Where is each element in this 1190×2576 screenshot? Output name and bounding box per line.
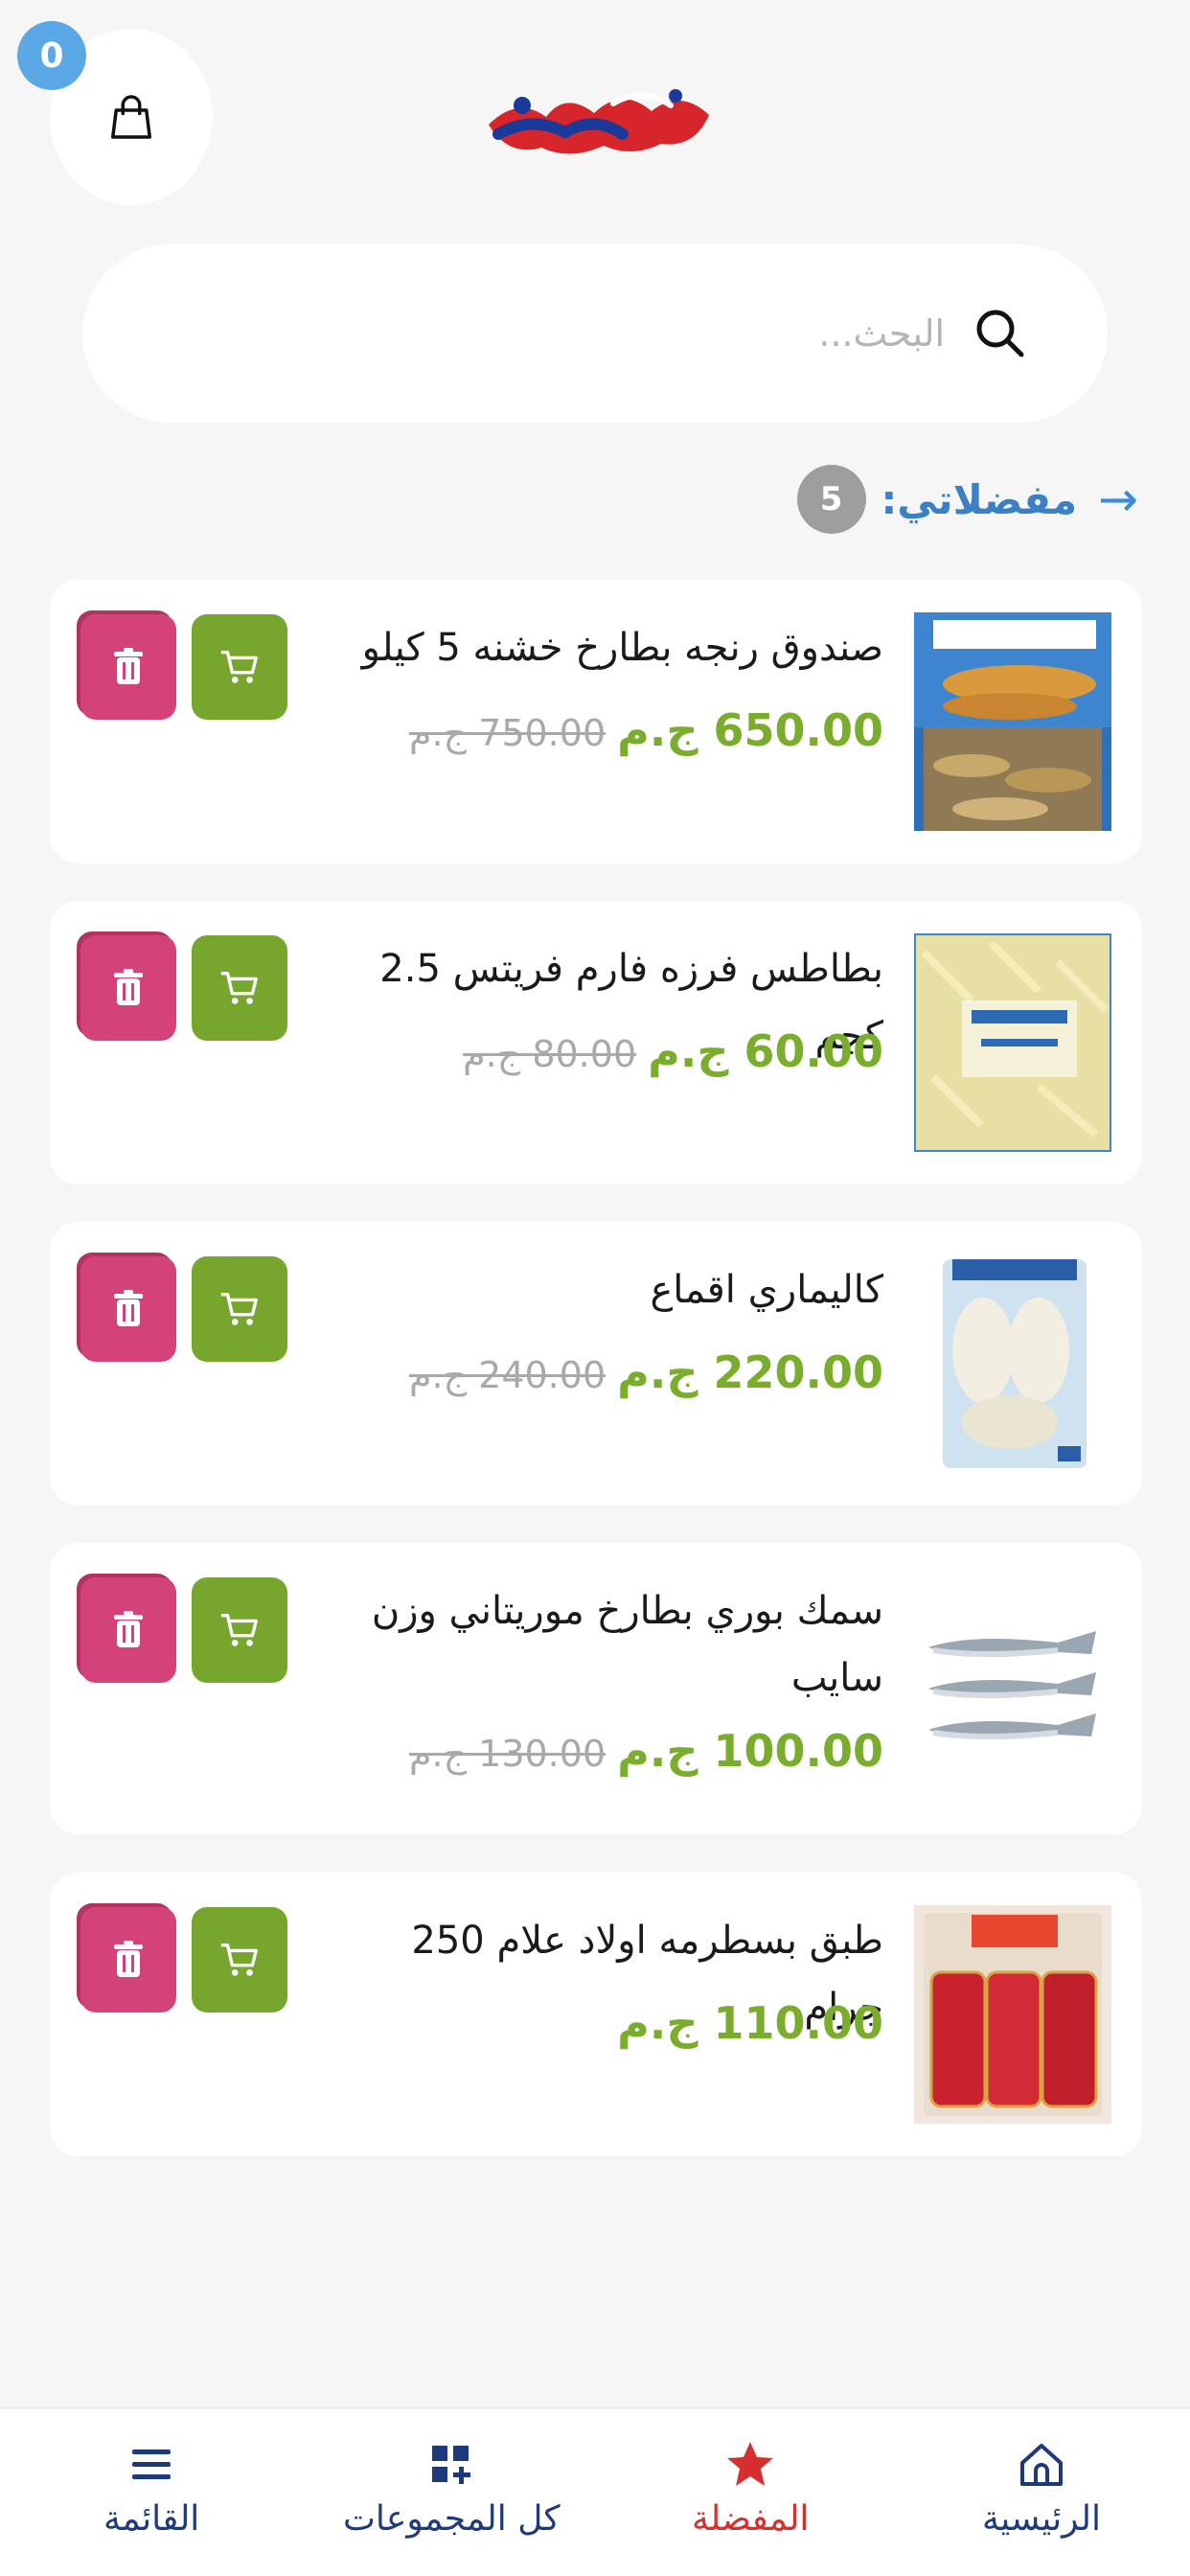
trash-icon (114, 1941, 143, 1977)
nav-home-label: الرئيسية (982, 2499, 1101, 2539)
product-image[interactable] (914, 933, 1111, 1152)
product-old-price: 130.00 ج.م (408, 1733, 606, 1775)
shopping-bag-icon (111, 95, 151, 139)
product-image[interactable] (914, 1254, 1111, 1473)
product-prices: 650.00 ج.م 750.00 ج.م (409, 704, 883, 756)
product-old-price: 750.00 ج.م (408, 712, 606, 754)
product-old-price: 80.00 ج.م (463, 1033, 637, 1075)
nav-categories-label: كل المجموعات (343, 2499, 561, 2539)
product-name: سمك بوري بطارخ موريتاني وزن سايب (371, 1589, 883, 1700)
add-to-cart-button[interactable] (192, 1577, 287, 1683)
trash-icon (114, 1611, 143, 1647)
cart-icon (220, 1292, 258, 1325)
arrow-right-icon[interactable]: → (1098, 472, 1138, 527)
trash-icon (114, 648, 143, 684)
product-prices: 60.00 ج.م 80.00 ج.م (463, 1025, 883, 1077)
product-card[interactable]: طبق بسطرمه اولاد علام 250 جرام 110.00 ج.… (50, 1873, 1142, 2156)
cart-icon (220, 1613, 258, 1646)
cart-icon (220, 1943, 258, 1976)
favorites-count-badge: 5 (796, 465, 866, 534)
product-card[interactable]: سمك بوري بطارخ موريتاني وزن سايب 100.00 … (50, 1543, 1142, 1834)
nav-menu[interactable]: القائمة (103, 2438, 199, 2539)
favorites-header: → مفضلاتي: 5 (796, 465, 1138, 534)
favorites-title: مفضلاتي: (881, 475, 1078, 523)
product-image[interactable] (914, 612, 1111, 831)
product-card[interactable]: بطاطس فرزه فارم فريتس 2.5 كجم 60.00 ج.م … (50, 901, 1142, 1184)
nav-categories[interactable]: كل المجموعات (343, 2438, 561, 2539)
product-price: 110.00 ج.م (617, 1997, 883, 2049)
product-image[interactable] (914, 1576, 1111, 1794)
grid-plus-icon (432, 2446, 471, 2484)
nav-favorites-label: المفضلة (692, 2499, 810, 2539)
product-prices: 220.00 ج.م 240.00 ج.م (409, 1346, 883, 1398)
cart-count-badge: 0 (17, 21, 86, 90)
remove-favorite-button[interactable] (80, 614, 176, 720)
star-icon (727, 2442, 774, 2486)
cart-icon (220, 650, 258, 683)
product-price: 60.00 ج.م (648, 1025, 883, 1077)
product-image[interactable] (914, 1905, 1111, 2124)
add-to-cart-button[interactable] (192, 614, 287, 720)
remove-favorite-button[interactable] (80, 1256, 176, 1362)
brand-logo (489, 89, 709, 154)
nav-home[interactable]: الرئيسية (982, 2438, 1101, 2539)
product-name: كاليماري اقماع (650, 1268, 883, 1312)
bottom-nav: الرئيسية المفضلة كل المجموعات القائمة (0, 2407, 1190, 2576)
product-card[interactable]: كاليماري اقماع 220.00 ج.م 240.00 ج.م (50, 1222, 1142, 1506)
product-card[interactable]: صندوق رنجه بطارخ خشنه 5 كيلو 650.00 ج.م … (50, 580, 1142, 863)
remove-favorite-button[interactable] (80, 935, 176, 1041)
product-name: صندوق رنجه بطارخ خشنه 5 كيلو (361, 626, 883, 670)
trash-icon (114, 1290, 143, 1326)
home-icon (1020, 2444, 1063, 2486)
product-price: 220.00 ج.م (617, 1346, 883, 1398)
product-price: 100.00 ج.م (617, 1725, 883, 1777)
add-to-cart-button[interactable] (192, 935, 287, 1041)
search-icon (976, 310, 1024, 357)
remove-favorite-button[interactable] (80, 1907, 176, 2012)
product-price: 650.00 ج.م (617, 704, 883, 756)
cart-icon (220, 971, 258, 1004)
menu-icon (132, 2450, 172, 2479)
search-input[interactable] (82, 295, 945, 372)
product-prices: 100.00 ج.م 130.00 ج.م (409, 1725, 883, 1777)
product-prices: 110.00 ج.م (617, 1997, 883, 2049)
nav-favorites[interactable]: المفضلة (692, 2438, 809, 2539)
search-bar[interactable] (82, 244, 1108, 423)
add-to-cart-button[interactable] (192, 1907, 287, 2012)
nav-menu-label: القائمة (103, 2499, 200, 2539)
product-old-price: 240.00 ج.م (408, 1354, 606, 1396)
add-to-cart-button[interactable] (192, 1256, 287, 1362)
remove-favorite-button[interactable] (80, 1577, 176, 1683)
trash-icon (114, 969, 143, 1005)
